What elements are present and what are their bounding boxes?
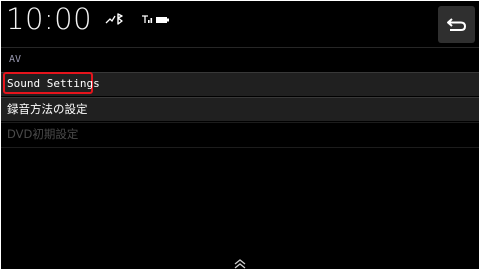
bottom-bar (1, 257, 479, 269)
signal-battery-icon (142, 15, 169, 23)
menu-item-recording-method[interactable]: 録音方法の設定 (1, 97, 479, 121)
status-bar: 10:00 (1, 1, 479, 46)
battery-icon (156, 17, 169, 23)
section-header: AV (1, 47, 479, 71)
menu-item-label: 録音方法の設定 (7, 102, 88, 116)
bluetooth-icon (105, 13, 123, 25)
menu-item-label: Sound Settings (7, 77, 100, 90)
device-screen: 10:00 AV Sound Settings 録音方法の設定 DVD初期設定 (1, 1, 479, 269)
divider (1, 147, 479, 148)
double-chevron-up-icon[interactable] (232, 258, 248, 269)
return-arrow-icon (446, 17, 466, 31)
back-button[interactable] (438, 6, 475, 43)
clock: 10:00 (6, 2, 93, 36)
signal-icon (142, 15, 153, 23)
menu-item-label: DVD初期設定 (7, 127, 79, 141)
menu-item-sound-settings[interactable]: Sound Settings (1, 72, 479, 96)
section-label-av: AV (9, 54, 22, 65)
menu-item-dvd-settings: DVD初期設定 (1, 122, 479, 147)
